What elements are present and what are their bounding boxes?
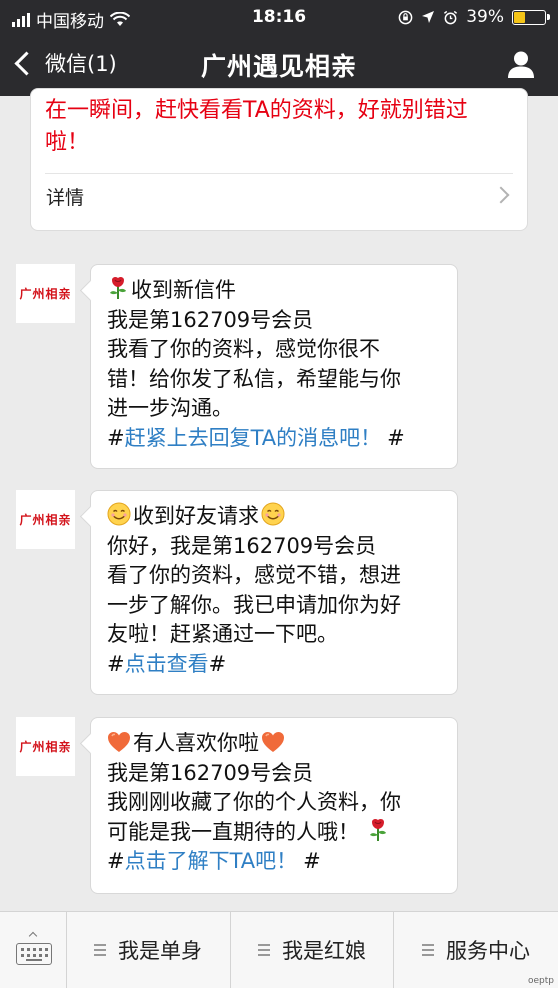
hash-mark: #	[303, 849, 321, 873]
chevron-right-icon	[492, 186, 510, 204]
avatar[interactable]: 广州相亲	[16, 490, 75, 549]
message-line: 友啦！赶紧通过一下吧。	[107, 622, 338, 646]
message-bubble[interactable]: 收到好友请求 你好，我是第162709号会员 看了你的资料，感觉不错，想进 一步…	[90, 490, 458, 695]
avatar[interactable]: 广州相亲	[16, 264, 75, 323]
hash-mark: #	[107, 425, 125, 450]
message-line: 进一步沟通。	[107, 396, 233, 420]
rotation-lock-icon	[398, 10, 413, 24]
message-heading: 收到好友请求	[107, 502, 443, 532]
message-bubble[interactable]: 收到新信件 我是第162709号会员 我看了你的资料，感觉你很不 错！给你发了私…	[90, 264, 458, 469]
menu-label: 我是红娘	[282, 939, 366, 963]
message-heading-text: 有人喜欢你啦	[133, 731, 259, 755]
status-bar: 中国移动 18:16 39%	[0, 0, 558, 34]
message-line-text: 可能是我一直期待的人哦！	[107, 819, 359, 844]
rose-icon	[370, 818, 386, 841]
message-line: 你好，我是第162709号会员	[107, 533, 377, 558]
heart-icon	[262, 732, 284, 752]
message-line: 错！给你发了私信，希望能与你	[107, 366, 401, 391]
article-red-text: 在一瞬间，赶快看看TA的资料，好就别错过 啦！	[45, 95, 515, 159]
message-line: 我刚刚收藏了你的个人资料，你	[107, 790, 401, 814]
rose-icon	[110, 276, 126, 299]
avatar[interactable]: 广州相亲	[16, 717, 75, 776]
message-link-line: #点击了解下TA吧！ #	[107, 847, 443, 877]
message-line: 看了你的资料，感觉不错，想进	[107, 563, 401, 587]
bottom-menu: 我是单身 我是红娘 服务中心 oeptp	[0, 911, 558, 988]
message-bubble[interactable]: 有人喜欢你啦 我是第162709号会员 我刚刚收藏了你的个人资料，你 可能是我一…	[90, 717, 458, 894]
menu-list-icon	[422, 941, 434, 959]
battery-icon	[512, 9, 550, 25]
status-right: 39%	[398, 7, 550, 27]
battery-percent: 39%	[466, 7, 504, 27]
location-icon	[422, 11, 435, 23]
message-heading-text: 收到好友请求	[133, 504, 259, 528]
message-line: 我是第162709号会员	[107, 760, 314, 785]
message-heading: 有人喜欢你啦	[107, 729, 443, 759]
menu-list-icon	[94, 941, 106, 959]
details-link[interactable]: 详情	[46, 183, 84, 210]
hash-mark: #	[208, 651, 227, 676]
view-request-link[interactable]: 点击查看	[125, 652, 209, 676]
page-title: 广州遇见相亲	[200, 52, 357, 81]
watermark: oeptp	[528, 976, 554, 986]
hash-mark: #	[107, 849, 125, 873]
article-red-text-line: 啦！	[45, 130, 90, 155]
user-profile-icon[interactable]	[506, 49, 536, 79]
menu-label: 服务中心	[446, 939, 530, 963]
smile-emoji-icon	[261, 502, 285, 526]
message-heading: 收到新信件	[107, 276, 443, 306]
message-link-line: #点击查看#	[107, 650, 443, 680]
chevron-up-icon	[28, 931, 38, 941]
menu-label: 我是单身	[118, 939, 202, 963]
menu-single[interactable]: 我是单身	[66, 912, 231, 988]
message-line: 一步了解你。我已申请加你为好	[107, 592, 401, 617]
message-line: 我看了你的资料，感觉你很不	[107, 337, 380, 361]
learn-more-link[interactable]: 点击了解下TA吧！	[125, 849, 298, 873]
alarm-icon	[444, 10, 458, 24]
smile-emoji-icon	[107, 502, 131, 526]
keyboard-toggle-button[interactable]	[0, 912, 67, 988]
hash-mark: #	[107, 651, 125, 676]
card-divider	[45, 173, 513, 174]
message-link-line: #赶紧上去回复TA的消息吧！ #	[107, 424, 443, 454]
menu-matchmaker[interactable]: 我是红娘	[231, 912, 394, 988]
reply-message-link[interactable]: 赶紧上去回复TA的消息吧！	[125, 426, 382, 450]
keyboard-icon	[16, 943, 52, 965]
article-red-text-line: 在一瞬间，赶快看看TA的资料，好就别错过	[45, 98, 468, 123]
menu-list-icon	[258, 941, 270, 959]
nav-bar: 微信(1) 广州遇见相亲	[0, 34, 558, 96]
article-card[interactable]: 在一瞬间，赶快看看TA的资料，好就别错过 啦！ 详情	[30, 88, 528, 231]
message-line: 我是第162709号会员	[107, 307, 314, 332]
message-line: 可能是我一直期待的人哦！	[107, 818, 443, 848]
hash-mark: #	[387, 425, 405, 450]
message-heading-text: 收到新信件	[131, 278, 236, 302]
heart-icon	[108, 732, 130, 752]
